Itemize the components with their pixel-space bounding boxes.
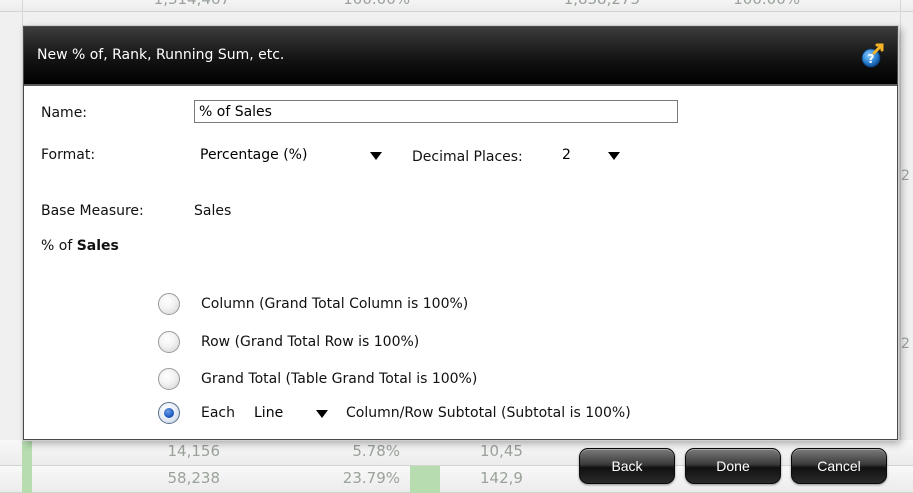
- chevron-down-icon: [370, 152, 382, 160]
- table-cell-highlight: [22, 440, 32, 466]
- option-label-prefix: Each: [201, 405, 235, 421]
- dialog-titlebar: New % of, Rank, Running Sum, etc. ?: [24, 27, 897, 86]
- radio-each-subtotal[interactable]: [158, 402, 180, 424]
- decimal-places-label: Decimal Places:: [412, 149, 523, 165]
- table-cell: 100.00%: [660, 0, 800, 8]
- calculation-dialog: New % of, Rank, Running Sum, etc. ? Name…: [23, 26, 898, 440]
- table-cell-highlight: [410, 466, 440, 493]
- table-cell: 100.00%: [280, 0, 410, 8]
- grid-line: [900, 0, 901, 493]
- radio-grand-total[interactable]: [158, 368, 180, 390]
- percent-of-heading: % of Sales: [41, 238, 119, 254]
- option-label: Grand Total (Table Grand Total is 100%): [201, 371, 478, 387]
- radio-row[interactable]: [158, 331, 180, 353]
- format-select-value: Percentage (%): [200, 147, 308, 163]
- decimal-places-select[interactable]: 2: [556, 144, 626, 168]
- table-cell: 5.78%: [352, 442, 400, 460]
- table-cell: 58,238: [167, 469, 221, 487]
- percent-of-measure: Sales: [76, 238, 119, 254]
- table-cell: 1,314,467: [100, 0, 230, 8]
- base-measure-value: Sales: [194, 203, 232, 219]
- table-cell: 2: [901, 336, 910, 352]
- subtotal-level-select[interactable]: Line: [248, 402, 334, 426]
- dialog-title: New % of, Rank, Running Sum, etc.: [37, 47, 285, 63]
- cancel-button[interactable]: Cancel: [791, 448, 887, 484]
- format-label: Format:: [41, 147, 96, 163]
- subtotal-level-value: Line: [254, 405, 284, 421]
- table-cell: 142,9: [480, 469, 523, 487]
- back-button[interactable]: Back: [579, 448, 675, 484]
- name-label: Name:: [41, 105, 88, 121]
- dialog-body: Name: Format: Percentage (%) Decimal Pla…: [24, 88, 897, 441]
- table-cell: 2: [901, 168, 910, 184]
- table-row: 1,314,467 100.00% 1,838,275 100.00%: [0, 0, 913, 12]
- option-label: Row (Grand Total Row is 100%): [201, 334, 420, 350]
- table-cell-highlight: [22, 466, 32, 493]
- format-select[interactable]: Percentage (%): [194, 144, 388, 168]
- chevron-down-icon: [316, 410, 328, 418]
- chevron-down-icon: [608, 152, 620, 160]
- table-cell: 1,838,275: [480, 0, 640, 8]
- radio-column[interactable]: [158, 293, 180, 315]
- help-arrow-icon[interactable]: ?: [860, 43, 886, 69]
- table-cell: 14,156: [167, 442, 221, 460]
- option-label: Column (Grand Total Column is 100%): [201, 296, 469, 312]
- percent-of-prefix: % of: [41, 238, 73, 254]
- table-cell: 10,45: [480, 442, 523, 460]
- base-measure-label: Base Measure:: [41, 203, 144, 219]
- option-label-suffix: Column/Row Subtotal (Subtotal is 100%): [346, 405, 631, 421]
- done-button[interactable]: Done: [685, 448, 781, 484]
- name-input[interactable]: [194, 100, 678, 123]
- decimal-places-value: 2: [562, 147, 571, 163]
- table-cell: 23.79%: [342, 469, 400, 487]
